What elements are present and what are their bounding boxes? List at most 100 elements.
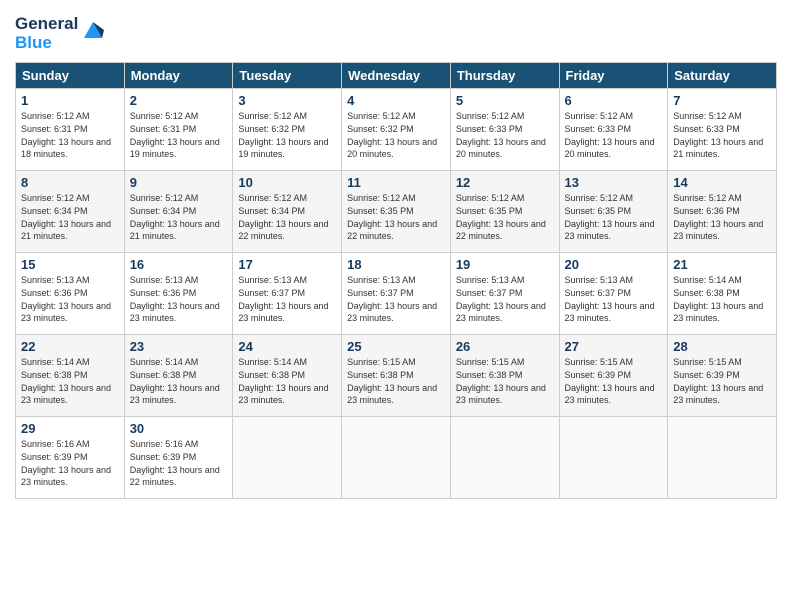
table-row: 19 Sunrise: 5:13 AM Sunset: 6:37 PM Dayl… — [450, 253, 559, 335]
day-number: 24 — [238, 339, 336, 354]
calendar-table: Sunday Monday Tuesday Wednesday Thursday… — [15, 62, 777, 499]
day-number: 22 — [21, 339, 119, 354]
header: General Blue — [15, 15, 777, 52]
day-number: 5 — [456, 93, 554, 108]
table-row: 4 Sunrise: 5:12 AM Sunset: 6:32 PM Dayli… — [342, 89, 451, 171]
table-row: 2 Sunrise: 5:12 AM Sunset: 6:31 PM Dayli… — [124, 89, 233, 171]
header-thursday: Thursday — [450, 63, 559, 89]
table-row: 24 Sunrise: 5:14 AM Sunset: 6:38 PM Dayl… — [233, 335, 342, 417]
day-number: 11 — [347, 175, 445, 190]
table-row: 21 Sunrise: 5:14 AM Sunset: 6:38 PM Dayl… — [668, 253, 777, 335]
table-row: 26 Sunrise: 5:15 AM Sunset: 6:38 PM Dayl… — [450, 335, 559, 417]
day-info: Sunrise: 5:12 AM Sunset: 6:31 PM Dayligh… — [21, 110, 119, 160]
day-info: Sunrise: 5:13 AM Sunset: 6:37 PM Dayligh… — [456, 274, 554, 324]
day-info: Sunrise: 5:12 AM Sunset: 6:36 PM Dayligh… — [673, 192, 771, 242]
table-row: 5 Sunrise: 5:12 AM Sunset: 6:33 PM Dayli… — [450, 89, 559, 171]
table-row — [668, 417, 777, 499]
day-info: Sunrise: 5:12 AM Sunset: 6:34 PM Dayligh… — [21, 192, 119, 242]
header-friday: Friday — [559, 63, 668, 89]
table-row: 9 Sunrise: 5:12 AM Sunset: 6:34 PM Dayli… — [124, 171, 233, 253]
table-row: 14 Sunrise: 5:12 AM Sunset: 6:36 PM Dayl… — [668, 171, 777, 253]
table-row: 3 Sunrise: 5:12 AM Sunset: 6:32 PM Dayli… — [233, 89, 342, 171]
day-number: 28 — [673, 339, 771, 354]
table-row: 16 Sunrise: 5:13 AM Sunset: 6:36 PM Dayl… — [124, 253, 233, 335]
day-number: 29 — [21, 421, 119, 436]
day-number: 25 — [347, 339, 445, 354]
day-number: 12 — [456, 175, 554, 190]
day-number: 6 — [565, 93, 663, 108]
day-number: 9 — [130, 175, 228, 190]
logo-blue-text: Blue — [15, 34, 52, 53]
day-number: 7 — [673, 93, 771, 108]
table-row: 12 Sunrise: 5:12 AM Sunset: 6:35 PM Dayl… — [450, 171, 559, 253]
day-info: Sunrise: 5:14 AM Sunset: 6:38 PM Dayligh… — [21, 356, 119, 406]
day-info: Sunrise: 5:12 AM Sunset: 6:34 PM Dayligh… — [238, 192, 336, 242]
day-info: Sunrise: 5:14 AM Sunset: 6:38 PM Dayligh… — [238, 356, 336, 406]
table-row: 1 Sunrise: 5:12 AM Sunset: 6:31 PM Dayli… — [16, 89, 125, 171]
table-row: 30 Sunrise: 5:16 AM Sunset: 6:39 PM Dayl… — [124, 417, 233, 499]
table-row: 23 Sunrise: 5:14 AM Sunset: 6:38 PM Dayl… — [124, 335, 233, 417]
table-row: 15 Sunrise: 5:13 AM Sunset: 6:36 PM Dayl… — [16, 253, 125, 335]
day-number: 19 — [456, 257, 554, 272]
table-row: 6 Sunrise: 5:12 AM Sunset: 6:33 PM Dayli… — [559, 89, 668, 171]
header-monday: Monday — [124, 63, 233, 89]
table-row: 11 Sunrise: 5:12 AM Sunset: 6:35 PM Dayl… — [342, 171, 451, 253]
header-sunday: Sunday — [16, 63, 125, 89]
logo-general: General — [15, 15, 78, 34]
table-row: 13 Sunrise: 5:12 AM Sunset: 6:35 PM Dayl… — [559, 171, 668, 253]
day-info: Sunrise: 5:15 AM Sunset: 6:38 PM Dayligh… — [456, 356, 554, 406]
day-info: Sunrise: 5:16 AM Sunset: 6:39 PM Dayligh… — [130, 438, 228, 488]
day-info: Sunrise: 5:16 AM Sunset: 6:39 PM Dayligh… — [21, 438, 119, 488]
table-row — [233, 417, 342, 499]
table-row: 18 Sunrise: 5:13 AM Sunset: 6:37 PM Dayl… — [342, 253, 451, 335]
day-info: Sunrise: 5:15 AM Sunset: 6:38 PM Dayligh… — [347, 356, 445, 406]
day-info: Sunrise: 5:12 AM Sunset: 6:32 PM Dayligh… — [238, 110, 336, 160]
day-number: 1 — [21, 93, 119, 108]
day-info: Sunrise: 5:13 AM Sunset: 6:36 PM Dayligh… — [21, 274, 119, 324]
day-info: Sunrise: 5:15 AM Sunset: 6:39 PM Dayligh… — [673, 356, 771, 406]
day-number: 8 — [21, 175, 119, 190]
day-number: 23 — [130, 339, 228, 354]
table-row — [342, 417, 451, 499]
logo: General Blue — [15, 15, 104, 52]
day-number: 10 — [238, 175, 336, 190]
table-row: 7 Sunrise: 5:12 AM Sunset: 6:33 PM Dayli… — [668, 89, 777, 171]
calendar-header-row: Sunday Monday Tuesday Wednesday Thursday… — [16, 63, 777, 89]
day-number: 3 — [238, 93, 336, 108]
table-row: 8 Sunrise: 5:12 AM Sunset: 6:34 PM Dayli… — [16, 171, 125, 253]
table-row — [559, 417, 668, 499]
day-info: Sunrise: 5:14 AM Sunset: 6:38 PM Dayligh… — [130, 356, 228, 406]
day-info: Sunrise: 5:12 AM Sunset: 6:33 PM Dayligh… — [456, 110, 554, 160]
table-row: 20 Sunrise: 5:13 AM Sunset: 6:37 PM Dayl… — [559, 253, 668, 335]
day-info: Sunrise: 5:13 AM Sunset: 6:37 PM Dayligh… — [565, 274, 663, 324]
day-number: 17 — [238, 257, 336, 272]
day-info: Sunrise: 5:13 AM Sunset: 6:37 PM Dayligh… — [238, 274, 336, 324]
header-wednesday: Wednesday — [342, 63, 451, 89]
day-info: Sunrise: 5:12 AM Sunset: 6:32 PM Dayligh… — [347, 110, 445, 160]
logo-icon — [82, 20, 104, 40]
day-number: 14 — [673, 175, 771, 190]
day-info: Sunrise: 5:13 AM Sunset: 6:36 PM Dayligh… — [130, 274, 228, 324]
day-info: Sunrise: 5:12 AM Sunset: 6:35 PM Dayligh… — [347, 192, 445, 242]
day-info: Sunrise: 5:15 AM Sunset: 6:39 PM Dayligh… — [565, 356, 663, 406]
day-number: 27 — [565, 339, 663, 354]
day-number: 15 — [21, 257, 119, 272]
day-info: Sunrise: 5:12 AM Sunset: 6:31 PM Dayligh… — [130, 110, 228, 160]
table-row: 17 Sunrise: 5:13 AM Sunset: 6:37 PM Dayl… — [233, 253, 342, 335]
main-container: General Blue Sunday Monday Tuesday Wedne… — [0, 0, 792, 509]
day-number: 26 — [456, 339, 554, 354]
day-info: Sunrise: 5:12 AM Sunset: 6:35 PM Dayligh… — [565, 192, 663, 242]
day-info: Sunrise: 5:12 AM Sunset: 6:33 PM Dayligh… — [673, 110, 771, 160]
day-number: 20 — [565, 257, 663, 272]
table-row: 25 Sunrise: 5:15 AM Sunset: 6:38 PM Dayl… — [342, 335, 451, 417]
day-info: Sunrise: 5:12 AM Sunset: 6:35 PM Dayligh… — [456, 192, 554, 242]
day-info: Sunrise: 5:13 AM Sunset: 6:37 PM Dayligh… — [347, 274, 445, 324]
table-row: 28 Sunrise: 5:15 AM Sunset: 6:39 PM Dayl… — [668, 335, 777, 417]
day-info: Sunrise: 5:12 AM Sunset: 6:33 PM Dayligh… — [565, 110, 663, 160]
table-row: 29 Sunrise: 5:16 AM Sunset: 6:39 PM Dayl… — [16, 417, 125, 499]
day-number: 21 — [673, 257, 771, 272]
day-info: Sunrise: 5:12 AM Sunset: 6:34 PM Dayligh… — [130, 192, 228, 242]
table-row: 22 Sunrise: 5:14 AM Sunset: 6:38 PM Dayl… — [16, 335, 125, 417]
table-row — [450, 417, 559, 499]
header-saturday: Saturday — [668, 63, 777, 89]
